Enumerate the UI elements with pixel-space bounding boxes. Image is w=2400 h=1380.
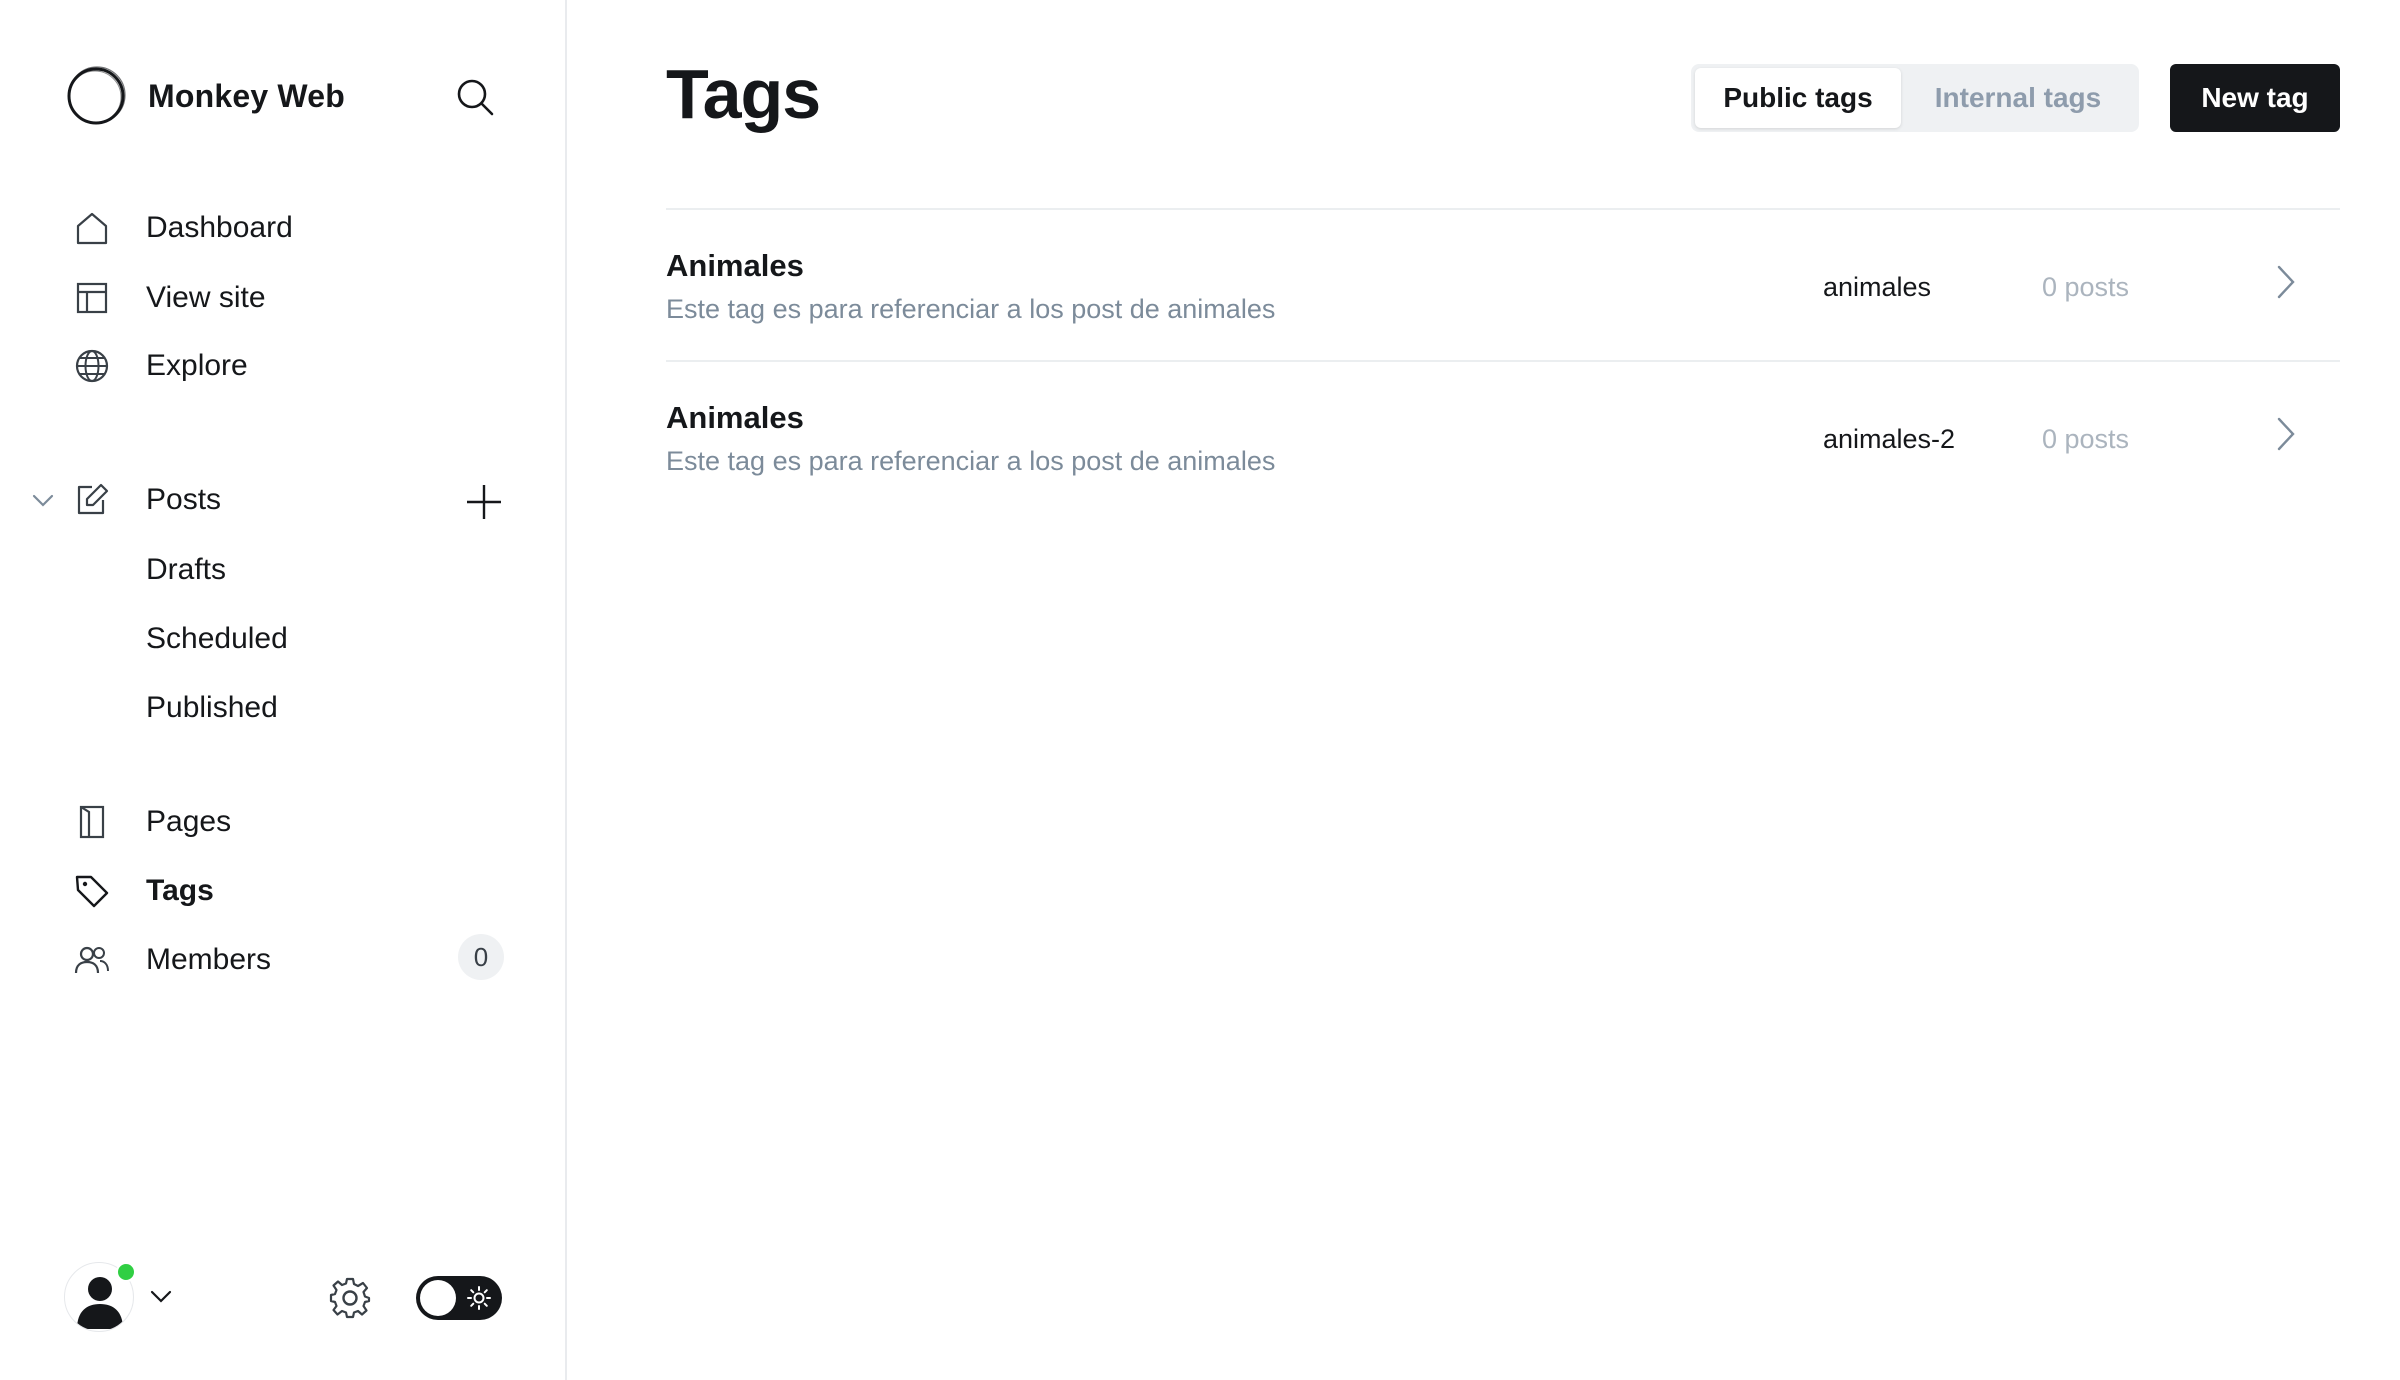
nav-members-label: Members: [146, 943, 272, 976]
tag-post-count[interactable]: 0 posts: [2042, 424, 2129, 455]
tab-internal-tags[interactable]: Internal tags: [1901, 68, 2135, 128]
chevron-down-icon: [150, 1290, 172, 1303]
sidebar: Monkey Web Dashboard View site Explore P…: [0, 0, 567, 1380]
tag-description: Este tag es para referenciar a los post …: [666, 446, 1276, 476]
theme-toggle[interactable]: [416, 1276, 502, 1320]
tag-post-count[interactable]: 0 posts: [2042, 272, 2129, 303]
layout-icon: [72, 278, 112, 318]
members-count-badge: 0: [458, 934, 504, 980]
theme-toggle-knob: [420, 1280, 456, 1316]
new-post-button[interactable]: [462, 480, 506, 524]
page-title: Tags: [666, 55, 821, 133]
globe-icon: [72, 346, 112, 386]
tag-description: Este tag es para referenciar a los post …: [666, 294, 1276, 324]
account-menu-toggle[interactable]: [146, 1282, 176, 1312]
tag-slug: animales-2: [1823, 424, 1956, 454]
new-tag-button[interactable]: New tag: [2170, 64, 2340, 132]
gear-icon: [329, 1277, 371, 1319]
edit-icon: [72, 480, 112, 520]
tag-list: Animales Este tag es para referenciar a …: [666, 208, 2340, 512]
search-icon: [457, 79, 494, 116]
tag-name: Animales: [666, 248, 804, 283]
nav-explore[interactable]: Explore: [72, 338, 512, 394]
tag-icon: [72, 871, 112, 911]
nav-published[interactable]: Published: [146, 683, 278, 733]
posts-collapse-toggle[interactable]: [28, 486, 58, 516]
nav-drafts[interactable]: Drafts: [146, 545, 226, 595]
chevron-right-icon: [2266, 262, 2306, 302]
tag-type-tabs: Public tags Internal tags: [1691, 64, 2139, 132]
nav-dashboard[interactable]: Dashboard: [72, 200, 512, 256]
tag-row[interactable]: Animales Este tag es para referenciar a …: [666, 360, 2340, 512]
nav-posts[interactable]: Posts: [72, 472, 432, 528]
nav-pages-label: Pages: [146, 805, 232, 838]
chevron-right-icon: [2266, 414, 2306, 454]
nav-explore-label: Explore: [146, 349, 248, 382]
page-icon: [72, 802, 112, 842]
nav-members[interactable]: Members: [72, 932, 432, 988]
nav-scheduled[interactable]: Scheduled: [146, 614, 288, 664]
search-button[interactable]: [452, 74, 498, 120]
nav-posts-label: Posts: [146, 483, 222, 516]
brand[interactable]: Monkey Web: [64, 64, 345, 128]
nav-pages[interactable]: Pages: [72, 794, 512, 850]
online-status-dot: [116, 1262, 136, 1282]
tag-row[interactable]: Animales Este tag es para referenciar a …: [666, 208, 2340, 360]
nav-tags-label: Tags: [146, 874, 214, 907]
sun-icon: [467, 1286, 491, 1310]
chevron-down-icon: [32, 494, 54, 507]
nav-view-site-label: View site: [146, 281, 266, 314]
members-icon: [72, 940, 112, 980]
tag-slug: animales: [1823, 272, 1932, 302]
tag-name: Animales: [666, 400, 804, 435]
nav-tags[interactable]: Tags: [72, 863, 512, 919]
tab-public-tags[interactable]: Public tags: [1695, 68, 1901, 128]
settings-button[interactable]: [326, 1274, 374, 1322]
plus-icon: [467, 485, 501, 519]
main-content: Tags Public tags Internal tags New tag A…: [567, 0, 2400, 1380]
site-logo-icon: [67, 66, 126, 125]
admin-app: Monkey Web Dashboard View site Explore P…: [0, 0, 2400, 1380]
site-name: Monkey Web: [148, 77, 345, 114]
house-icon: [72, 208, 112, 248]
nav-view-site[interactable]: View site: [72, 270, 512, 326]
nav-dashboard-label: Dashboard: [146, 211, 293, 244]
